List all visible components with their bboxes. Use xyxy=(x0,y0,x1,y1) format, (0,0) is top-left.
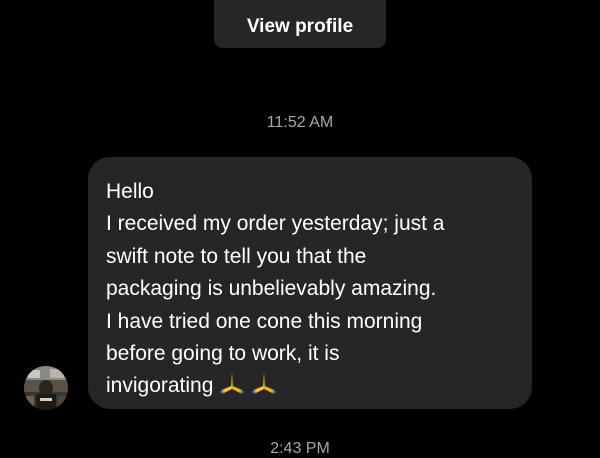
view-profile-button[interactable]: View profile xyxy=(214,0,386,48)
message-line-last: invigorating xyxy=(106,370,514,404)
message-timestamp: 2:43 PM xyxy=(270,440,330,457)
message-line-text: invigorating xyxy=(106,374,214,398)
message-bubble[interactable]: Hello I received my order yesterday; jus… xyxy=(88,157,532,409)
message-timestamp: 11:52 AM xyxy=(266,114,334,131)
message-line: Hello xyxy=(106,180,154,203)
message-line: swift note to tell you that the xyxy=(106,244,367,268)
message-line: before going to work, it is xyxy=(106,342,340,366)
avatar-image xyxy=(24,366,68,410)
folded-hands-icon xyxy=(251,370,277,404)
message-line: I received my order yesterday; just a xyxy=(106,212,445,236)
folded-hands-icon xyxy=(219,370,245,404)
message-line: I have tried one cone this morning xyxy=(106,309,423,333)
message-line: packaging is unbelievably amazing. xyxy=(106,277,437,301)
avatar[interactable] xyxy=(24,366,68,410)
